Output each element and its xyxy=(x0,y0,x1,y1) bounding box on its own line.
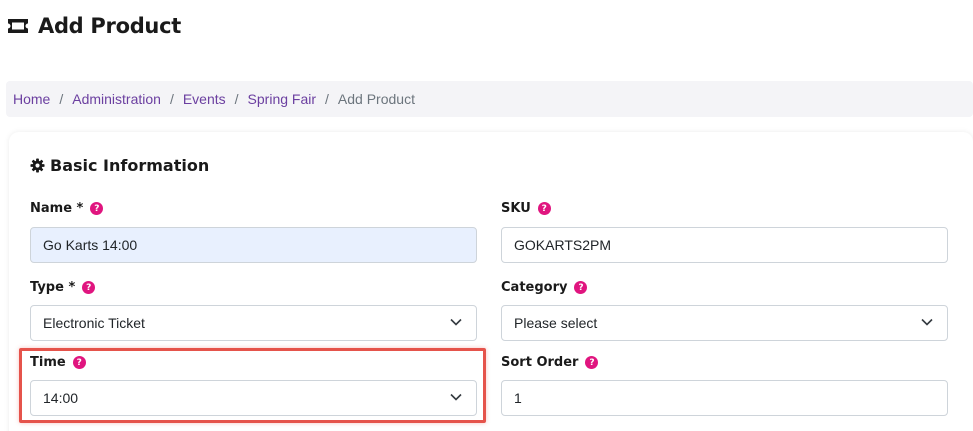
help-icon[interactable]: ? xyxy=(90,202,104,215)
category-select[interactable]: Please select xyxy=(501,305,948,341)
section-title: Basic Information xyxy=(50,156,210,175)
breadcrumb-separator: / xyxy=(59,91,64,107)
type-label: Type * ? xyxy=(30,280,96,295)
sort-order-label-text: Sort Order xyxy=(501,355,579,370)
time-field-highlight xyxy=(19,348,486,423)
breadcrumb-current: Add Product xyxy=(337,91,415,107)
sort-order-input[interactable]: 1 xyxy=(501,380,948,416)
help-icon[interactable]: ? xyxy=(574,281,588,294)
name-label-text: Name * xyxy=(30,201,84,216)
breadcrumb-separator: / xyxy=(234,91,239,107)
ticket-icon xyxy=(8,19,28,33)
sku-input-value: GOKARTS2PM xyxy=(514,237,611,253)
breadcrumb-separator: / xyxy=(325,91,329,107)
type-label-text: Type * xyxy=(30,280,76,295)
type-select-value: Electronic Ticket xyxy=(43,315,145,331)
page-header: Add Product xyxy=(6,14,181,38)
section-header: Basic Information xyxy=(30,156,209,175)
category-select-value: Please select xyxy=(514,315,598,331)
sku-input[interactable]: GOKARTS2PM xyxy=(501,227,948,263)
gear-icon xyxy=(30,158,45,173)
help-icon[interactable]: ? xyxy=(537,202,551,215)
chevron-down-icon xyxy=(921,318,933,326)
breadcrumb-separator: / xyxy=(169,91,174,107)
help-icon[interactable]: ? xyxy=(585,356,599,369)
sort-order-input-value: 1 xyxy=(514,390,522,406)
name-input[interactable]: Go Karts 14:00 xyxy=(30,227,477,263)
name-label: Name * ? xyxy=(30,201,104,216)
breadcrumb-events[interactable]: Events xyxy=(183,91,226,107)
category-label: Category ? xyxy=(501,280,588,295)
sku-label: SKU ? xyxy=(501,201,551,216)
type-select[interactable]: Electronic Ticket xyxy=(30,305,477,341)
breadcrumb-spring-fair[interactable]: Spring Fair xyxy=(248,91,316,107)
breadcrumb-administration[interactable]: Administration xyxy=(72,91,161,107)
category-label-text: Category xyxy=(501,280,568,295)
help-icon[interactable]: ? xyxy=(82,281,96,294)
sku-label-text: SKU xyxy=(501,201,531,216)
sort-order-label: Sort Order ? xyxy=(501,355,599,370)
breadcrumb-home[interactable]: Home xyxy=(13,91,50,107)
chevron-down-icon xyxy=(450,318,462,326)
page-title: Add Product xyxy=(38,14,181,38)
breadcrumb: Home / Administration / Events / Spring … xyxy=(6,81,973,117)
name-input-value: Go Karts 14:00 xyxy=(43,237,138,253)
